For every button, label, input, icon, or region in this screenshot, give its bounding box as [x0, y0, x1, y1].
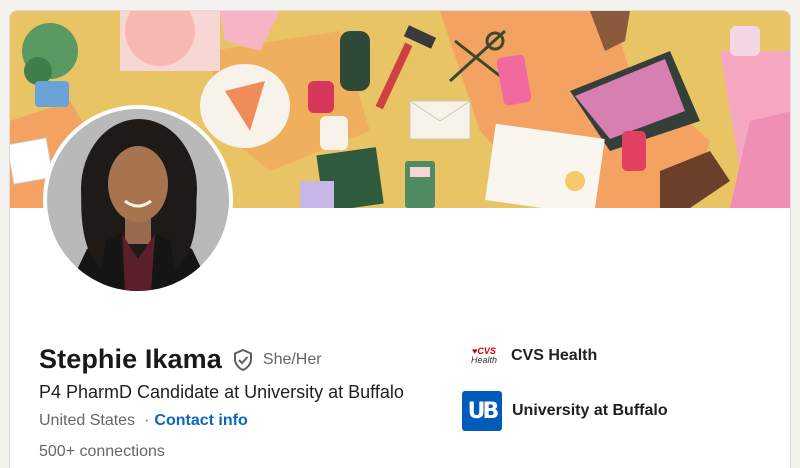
cvs-health-logo: ♥CVS Health — [465, 344, 503, 368]
separator-dot: · — [144, 412, 150, 429]
profile-card: Stephie Ikama She/Her P4 PharmD Candidat… — [9, 10, 791, 468]
profile-name: Stephie Ikama — [39, 344, 222, 374]
location: United States — [39, 412, 136, 429]
org-name: CVS Health — [511, 347, 598, 364]
org-university-at-buffalo[interactable]: UB University at Buffalo — [462, 391, 668, 431]
org-cvs-health[interactable]: ♥CVS Health CVS Health — [465, 344, 597, 368]
name-row: Stephie Ikama She/Her — [39, 344, 322, 375]
org-name: University at Buffalo — [512, 402, 668, 419]
shield-check-icon[interactable] — [231, 348, 255, 372]
ub-logo-text: UB — [467, 398, 500, 424]
profile-headline: P4 PharmD Candidate at University at Buf… — [39, 382, 404, 402]
cvs-logo-subtext: Health — [470, 355, 497, 365]
pronouns: She/Her — [262, 350, 322, 368]
location-row: United States · Contact info — [39, 412, 248, 430]
contact-info-link[interactable]: Contact info — [154, 412, 247, 430]
profile-photo-image — [47, 109, 229, 291]
university-at-buffalo-logo: UB — [462, 391, 502, 431]
connections-count[interactable]: 500+ connections — [39, 443, 165, 461]
profile-photo[interactable] — [43, 105, 233, 295]
